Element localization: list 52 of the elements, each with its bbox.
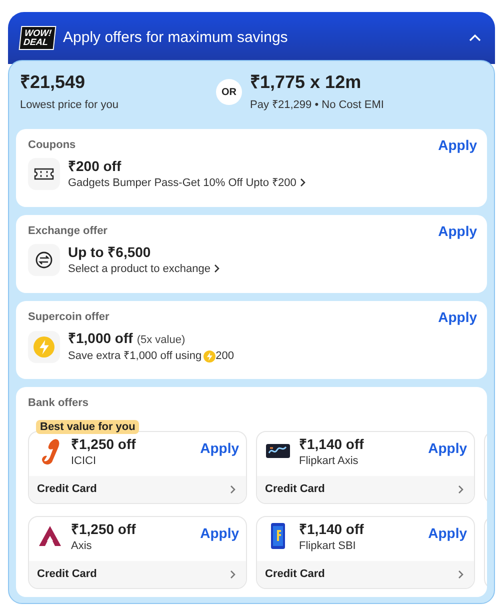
apply-button[interactable]: Apply xyxy=(428,524,467,540)
collapse-icon[interactable] xyxy=(469,34,481,42)
offer-title: ₹1,140 off xyxy=(299,520,365,538)
or-separator: OR xyxy=(216,79,242,105)
offer-title: ₹1,250 off xyxy=(71,436,137,452)
bank-name: Flipkart Axis xyxy=(299,454,360,468)
best-value-badge: Best value for you xyxy=(36,420,140,434)
price-caption: Lowest price for you xyxy=(20,98,120,113)
apply-button[interactable]: Apply xyxy=(200,524,239,540)
ticket-icon xyxy=(34,167,54,182)
apply-button[interactable]: Apply xyxy=(428,440,467,456)
bank-logo-icon xyxy=(38,524,62,546)
coin-icon xyxy=(202,350,216,363)
bank-name: Flipkart SBI xyxy=(299,538,357,554)
offer-link[interactable]: Select a product to exchange xyxy=(68,260,210,277)
deal-badge: WOW! DEAL xyxy=(18,26,56,50)
price-amount: ₹21,549 xyxy=(20,71,86,93)
exchange-icon xyxy=(35,251,53,270)
apply-button[interactable]: Apply xyxy=(200,440,239,456)
card-icon xyxy=(269,522,287,550)
card-type-label: Credit Card xyxy=(37,482,97,497)
card-type-label: Credit Card xyxy=(265,482,325,497)
chevron-right-icon xyxy=(230,570,236,579)
chevron-right-icon xyxy=(458,484,464,494)
card-icon xyxy=(265,442,291,460)
apply-button[interactable]: Apply xyxy=(438,309,477,325)
offer-title: ₹1,140 off xyxy=(299,436,365,452)
offer-description: Save extra ₹1,000 off using xyxy=(68,349,202,364)
chevron-right-icon xyxy=(230,484,236,494)
offer-note: (5x value) xyxy=(136,332,186,348)
emi-amount: ₹1,775 x 12m xyxy=(250,71,362,93)
offer-title: Up to ₹6,500 xyxy=(68,244,151,260)
offer-heading: Supercoin offer xyxy=(28,310,110,325)
offer-heading: Exchange offer xyxy=(28,224,108,239)
card-type-label: Credit Card xyxy=(265,566,325,582)
bank-logo-icon xyxy=(39,436,61,464)
offer-title: ₹1,250 off xyxy=(71,520,137,538)
header-title: Apply offers for maximum savings xyxy=(63,28,289,48)
coin-icon xyxy=(33,336,55,358)
apply-button[interactable]: Apply xyxy=(438,223,477,239)
apply-button[interactable]: Apply xyxy=(438,137,477,153)
bank-name: Axis xyxy=(71,538,93,554)
offer-heading: Coupons xyxy=(28,138,76,153)
offer-title: ₹1,000 off xyxy=(68,330,133,346)
bank-name: ICICI xyxy=(71,454,98,468)
offer-link[interactable]: Gadgets Bumper Pass-Get 10% Off Upto ₹200 xyxy=(68,174,296,191)
chevron-right-icon xyxy=(458,570,464,579)
card-type-label: Credit Card xyxy=(37,566,97,582)
section-heading: Bank offers xyxy=(28,396,90,411)
coin-amount: 200 xyxy=(216,349,234,364)
offer-title: ₹200 off xyxy=(68,158,122,174)
emi-caption: Pay ₹21,299 • No Cost EMI xyxy=(250,98,384,113)
